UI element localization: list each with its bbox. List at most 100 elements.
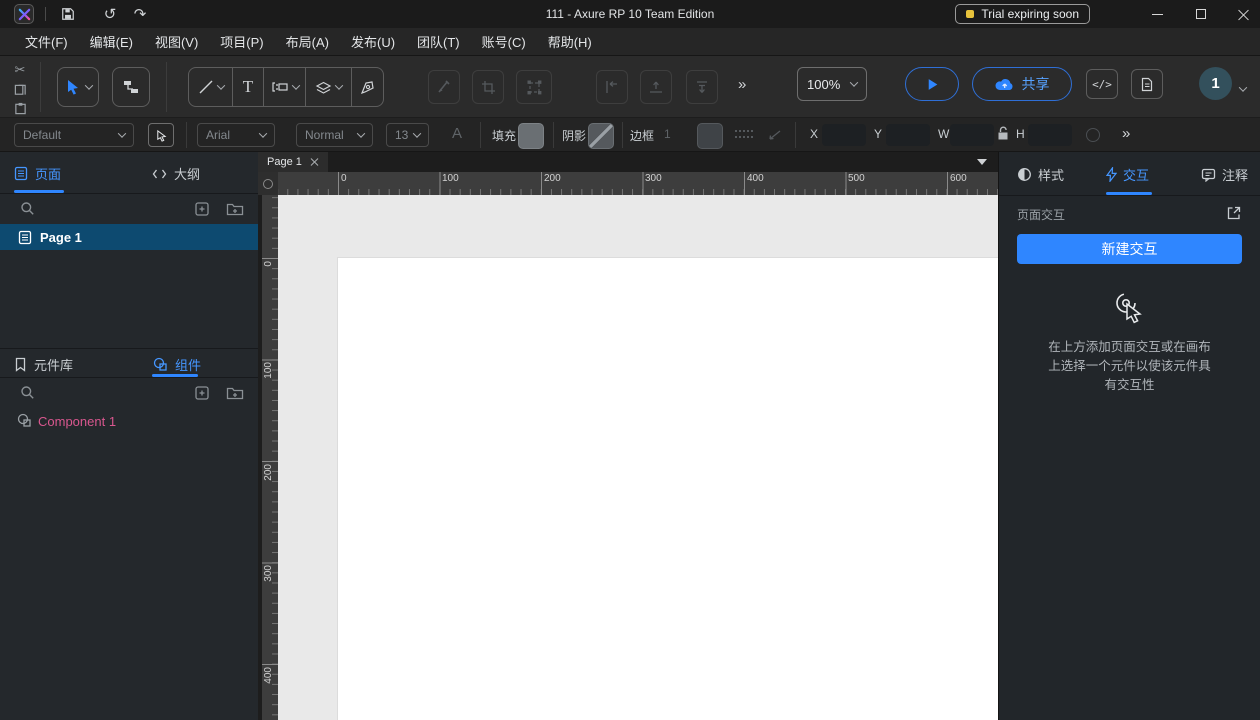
tab-interaction[interactable]: 交互: [1106, 165, 1149, 184]
w-input[interactable]: [950, 124, 994, 146]
chevron-down-icon: [413, 129, 421, 137]
active-tab-underline: [1106, 192, 1152, 195]
w-label: W: [938, 127, 949, 141]
user-avatar[interactable]: 1: [1199, 67, 1232, 100]
tab-notes[interactable]: 注释: [1201, 165, 1248, 184]
redo-button[interactable]: ↷: [130, 3, 150, 25]
preview-button[interactable]: [905, 67, 959, 101]
search-components-button[interactable]: [20, 385, 37, 402]
add-component-folder-button[interactable]: [226, 385, 243, 402]
menu-help[interactable]: 帮助(H): [537, 28, 603, 56]
format-divider: [480, 122, 481, 148]
ruler-label: 200: [544, 173, 561, 184]
cut-button[interactable]: ✂: [12, 62, 28, 78]
zoom-level-value: 100%: [807, 77, 840, 92]
chevron-down-icon: [291, 81, 299, 89]
active-tab-underline: [14, 190, 64, 193]
component-list-item[interactable]: Component 1: [0, 408, 258, 434]
document-tab-page1[interactable]: Page 1: [258, 152, 328, 172]
transform-points-button: [516, 70, 552, 104]
chevron-down-icon: [216, 81, 224, 89]
menu-view[interactable]: 视图(V): [144, 28, 209, 56]
vertical-ruler[interactable]: 0 100 200 300 400: [258, 195, 278, 720]
tab-style[interactable]: 样式: [1017, 165, 1064, 184]
titlebar-separator: [45, 7, 46, 21]
menu-arrange[interactable]: 布局(A): [275, 28, 340, 56]
style-preset-select[interactable]: Default: [14, 123, 134, 147]
copy-button[interactable]: [12, 82, 28, 98]
ruler-label: 400: [263, 667, 274, 684]
menu-account[interactable]: 账号(C): [471, 28, 537, 56]
save-button[interactable]: [58, 3, 78, 25]
ruler-label: 300: [645, 173, 662, 184]
zoom-level-select[interactable]: 100%: [797, 67, 867, 101]
tab-library-label: 元件库: [34, 355, 73, 374]
menu-file[interactable]: 文件(F): [14, 28, 79, 56]
line-tool-button[interactable]: [189, 68, 233, 106]
tab-outline[interactable]: 大纲: [152, 164, 200, 183]
aspect-lock-button[interactable]: [997, 126, 1009, 146]
tab-pages[interactable]: 页面: [14, 164, 61, 183]
add-page-button[interactable]: [194, 201, 211, 218]
chevron-down-icon: [259, 129, 267, 137]
axure-logo[interactable]: [14, 4, 34, 24]
notes-doc-button[interactable]: [1131, 69, 1163, 99]
ruler-label: 200: [263, 464, 274, 481]
style-contrast-icon: [1017, 167, 1032, 182]
font-weight-select[interactable]: Normal: [296, 123, 373, 147]
design-canvas[interactable]: [278, 195, 998, 720]
shapes-tool-button[interactable]: [306, 68, 352, 106]
close-button[interactable]: [1226, 0, 1260, 28]
border-width-value[interactable]: 1: [664, 127, 671, 141]
format-overflow-button[interactable]: »: [1122, 125, 1131, 142]
arrow-style-icon: [766, 128, 782, 142]
paste-button[interactable]: [12, 100, 28, 116]
font-size-select[interactable]: 13: [386, 123, 429, 147]
ruler-label: 0: [341, 173, 347, 184]
tab-library[interactable]: 元件库: [14, 355, 73, 374]
maximize-button[interactable]: [1184, 0, 1218, 28]
chevron-down-icon: [357, 129, 365, 137]
y-input[interactable]: [886, 124, 930, 146]
avatar-chevron-icon[interactable]: [1239, 83, 1247, 91]
x-input[interactable]: [822, 124, 866, 146]
add-folder-button[interactable]: [226, 201, 243, 218]
crop-icon: [481, 80, 496, 95]
pen-tool-button[interactable]: [352, 68, 383, 106]
new-interaction-button[interactable]: 新建交互: [1017, 234, 1242, 264]
menu-edit[interactable]: 编辑(E): [79, 28, 144, 56]
search-icon: [20, 385, 35, 400]
tab-close-icon[interactable]: [311, 158, 319, 166]
menu-publish[interactable]: 发布(U): [340, 28, 406, 56]
fill-color-swatch[interactable]: [518, 123, 544, 149]
pen-icon: [359, 79, 376, 96]
menu-team[interactable]: 团队(T): [406, 28, 471, 56]
h-input[interactable]: [1028, 124, 1072, 146]
menu-project[interactable]: 项目(P): [209, 28, 274, 56]
tab-list-dropdown-icon[interactable]: [977, 159, 987, 165]
external-link-icon[interactable]: [1226, 205, 1242, 221]
horizontal-ruler[interactable]: 0 100 200 300 400 500 600: [278, 172, 998, 195]
add-component-button[interactable]: [194, 385, 211, 402]
share-button[interactable]: 共享: [972, 67, 1072, 101]
font-family-select[interactable]: Arial: [197, 123, 275, 147]
box-tool-button[interactable]: [264, 68, 306, 106]
align-bottom-button: [640, 70, 672, 104]
text-tool-button[interactable]: T: [233, 68, 264, 106]
toolbar-overflow-button[interactable]: »: [738, 76, 747, 93]
page-list-item[interactable]: Page 1: [0, 224, 258, 250]
minimize-button[interactable]: [1140, 0, 1174, 28]
undo-button[interactable]: ↺: [100, 3, 120, 25]
page-surface[interactable]: [338, 258, 998, 720]
box-icon: [271, 79, 289, 95]
connector-tool-button[interactable]: [112, 67, 150, 107]
tab-components[interactable]: 组件: [152, 355, 201, 374]
trial-badge[interactable]: Trial expiring soon: [955, 4, 1090, 24]
ruler-origin-button[interactable]: [258, 172, 278, 195]
inspect-code-button[interactable]: </>: [1086, 69, 1118, 99]
selection-tool-button[interactable]: [57, 67, 99, 107]
border-color-swatch[interactable]: [697, 123, 723, 149]
search-pages-button[interactable]: [20, 201, 37, 218]
shadow-swatch[interactable]: [588, 123, 614, 149]
style-picker-button[interactable]: [148, 123, 174, 147]
